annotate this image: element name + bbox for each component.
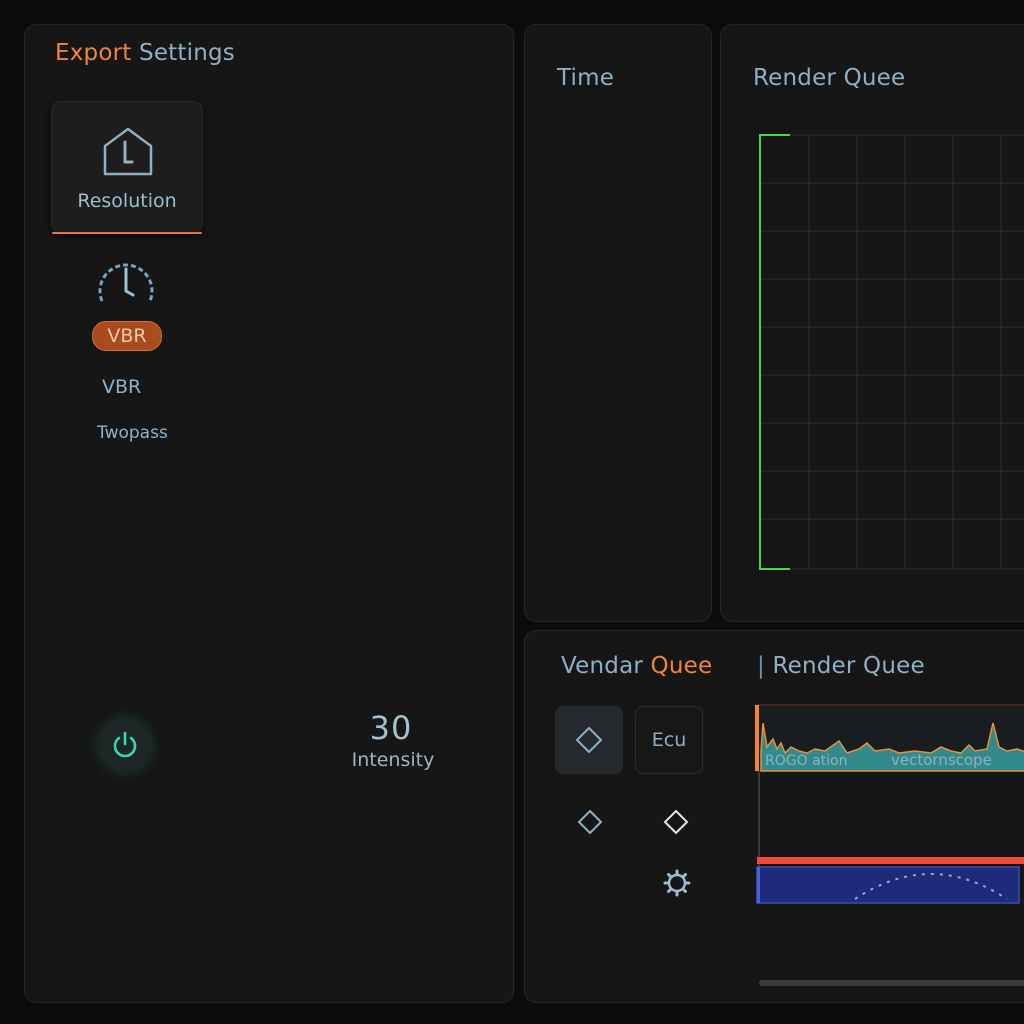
ecu-label: Ecu: [651, 729, 687, 751]
power-button[interactable]: [99, 719, 151, 771]
render-grid: [759, 134, 1024, 570]
diamond-outline-icon[interactable]: [576, 808, 604, 836]
vendar-queue-title: Vendar Quee: [561, 653, 712, 679]
resolution-label: Resolution: [77, 190, 177, 212]
diamond-white-icon[interactable]: [662, 808, 690, 836]
export-settings-title: Export Settings: [55, 40, 235, 66]
diamond-icon: [575, 726, 603, 754]
vendar-queue-panel: Vendar Quee | Render Quee Ecu ROGO ation…: [524, 630, 1024, 1003]
render-queue-title: Render Quee: [753, 65, 906, 91]
render-queue-subtitle: | Render Quee: [757, 653, 925, 679]
wave-label-1: ROGO ation: [765, 753, 847, 769]
power-icon: [113, 731, 137, 758]
twopass-option[interactable]: Twopass: [97, 423, 168, 443]
title-export: Export: [55, 40, 132, 66]
horizontal-scrollbar[interactable]: [759, 980, 1024, 986]
title-settings: Settings: [139, 40, 235, 66]
active-underline: [52, 232, 202, 234]
intensity-value[interactable]: 30: [351, 709, 431, 747]
title-quee: Quee: [650, 653, 713, 679]
intensity-label: Intensity: [351, 749, 435, 771]
resolution-button[interactable]: Resolution: [51, 101, 203, 234]
gauge-icon: [98, 263, 154, 302]
export-settings-panel: Export Settings Resolution VBR VBR Twopa…: [24, 24, 514, 1003]
time-title: Time: [557, 65, 615, 91]
vbr-badge[interactable]: VBR: [92, 321, 162, 351]
wave-label-2: vectornscope: [891, 751, 992, 769]
render-queue-panel: Render Quee: [720, 24, 1024, 622]
waveform-scope: ROGO ation vectornscope: [755, 704, 1024, 904]
waveform-area[interactable]: ROGO ation vectornscope: [755, 703, 1024, 979]
ecu-button[interactable]: Ecu: [635, 706, 703, 774]
keyframe-button[interactable]: [555, 706, 623, 774]
clock-house-icon: [103, 127, 153, 176]
vbr-option[interactable]: VBR: [102, 376, 141, 398]
render-queue-subtitle-text: Render Quee: [772, 653, 925, 679]
gear-icon[interactable]: [663, 869, 691, 897]
title-vendar: Vendar: [561, 653, 644, 679]
time-panel: Time: [524, 24, 712, 622]
